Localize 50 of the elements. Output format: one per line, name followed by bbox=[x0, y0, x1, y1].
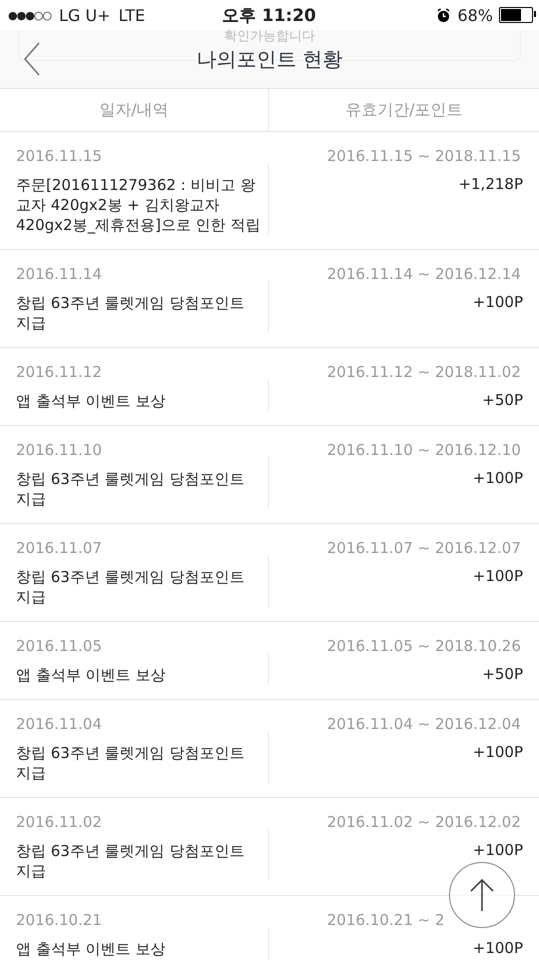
validity-period: 2016.10.21 ~ 2 bbox=[327, 911, 445, 931]
carrier: LG U+ bbox=[59, 6, 111, 24]
validity-period: 2016.11.10 ~ 2016.12.10 bbox=[327, 441, 521, 461]
clock: 오후 11:20 bbox=[220, 4, 318, 26]
entry-description: 앱 출석부 이벤트 보상 bbox=[16, 939, 166, 959]
validity-period: 2016.11.12 ~ 2018.11.02 bbox=[327, 363, 521, 383]
validity-period: 2016.11.05 ~ 2018.10.26 bbox=[327, 637, 521, 657]
entry-description: 앱 출석부 이벤트 보상 bbox=[16, 665, 166, 685]
validity-period: 2016.11.15 ~ 2018.11.15 bbox=[327, 147, 521, 167]
entry-description: 창립 63주년 룰렛게임 당첨포인트 지급 bbox=[16, 567, 246, 607]
points-amount: +100P bbox=[472, 469, 523, 487]
entry-date: 2016.11.12 bbox=[16, 363, 103, 383]
entry-description: 앱 출석부 이벤트 보상 bbox=[16, 391, 166, 411]
entry-description: 창립 63주년 룰렛게임 당첨포인트 지급 bbox=[16, 469, 246, 509]
entry-description: 창립 63주년 룰렛게임 당첨포인트 지급 bbox=[16, 293, 246, 333]
entry-date: 2016.11.07 bbox=[16, 539, 103, 559]
validity-period: 2016.11.07 ~ 2016.12.07 bbox=[327, 539, 521, 559]
points-amount: +100P bbox=[472, 841, 523, 859]
back-button[interactable] bbox=[22, 42, 42, 78]
entry-description: 창립 63주년 룰렛게임 당첨포인트 지급 bbox=[16, 743, 246, 783]
entry-date: 2016.11.02 bbox=[16, 813, 103, 833]
points-amount: +100P bbox=[472, 567, 523, 585]
validity-period: 2016.11.04 ~ 2016.12.04 bbox=[327, 715, 521, 735]
signal-dots: ●●●○○ bbox=[8, 8, 51, 22]
notice-text: 확인가능합니다 bbox=[224, 30, 315, 44]
entry-date: 2016.11.10 bbox=[16, 441, 103, 461]
validity-period: 2016.11.14 ~ 2016.12.14 bbox=[327, 265, 521, 285]
chevron-left-icon bbox=[23, 42, 41, 76]
network-type: LTE bbox=[118, 6, 146, 24]
entry-date: 2016.10.21 bbox=[16, 911, 103, 931]
entry-date: 2016.11.15 bbox=[16, 147, 103, 167]
entry-date: 2016.11.14 bbox=[16, 265, 103, 285]
validity-period: 2016.11.02 ~ 2016.12.02 bbox=[327, 813, 521, 833]
battery-percent: 68% bbox=[457, 6, 493, 24]
entry-date: 2016.11.05 bbox=[16, 637, 103, 657]
battery-icon bbox=[499, 7, 533, 23]
points-amount: +1,218P bbox=[458, 175, 523, 193]
points-amount: +100P bbox=[472, 939, 523, 957]
entry-description: 주문[2016111279362 : 비비고 왕교자 420gx2봉 + 김치왕교자 420gx2봉_제휴전용]으로 인한 적립 bbox=[16, 175, 262, 235]
entry-date: 2016.11.04 bbox=[16, 715, 103, 735]
column-header: 일자/내역 bbox=[98, 98, 170, 120]
points-amount: +100P bbox=[472, 293, 523, 311]
points-amount: +50P bbox=[482, 391, 523, 409]
points-amount: +50P bbox=[482, 665, 523, 683]
points-amount: +100P bbox=[472, 743, 523, 761]
column-header: 유효기간/포인트 bbox=[268, 89, 539, 131]
alarm-clock-icon bbox=[436, 8, 452, 22]
up-arrow-icon bbox=[469, 878, 495, 912]
entry-description: 창립 63주년 룰렛게임 당첨포인트 지급 bbox=[16, 841, 246, 881]
page-title: 나의포인트 현황 bbox=[196, 46, 343, 72]
